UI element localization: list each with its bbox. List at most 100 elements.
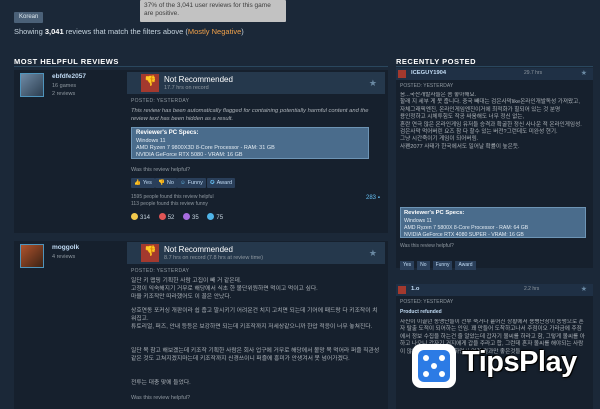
award-button[interactable]: Award [455,261,476,270]
specs-os: Windows 11 [404,218,432,224]
vote-header[interactable]: Not Recommended 8.7 hrs on record (7.8 h… [127,242,385,264]
thumbs-down-icon [141,74,159,92]
review-card: moggolk 4 reviews Not Recommended 8.7 hr… [14,241,388,409]
thumbs-down-icon [398,286,406,294]
review-paragraph: 전투는 대충 맞에 들었다. [131,380,191,386]
posted-date: POSTED: YESTERDAY [400,83,454,89]
smile-icon: ☺ [180,180,186,186]
summary-suffix: ) [241,27,244,36]
reviewer-name[interactable]: ebfdfe2057 [52,73,86,80]
most-helpful-heading: MOST HELPFUL REVIEWS [14,57,119,66]
award-count: 75 [216,215,224,221]
recently-posted-heading: RECENTLY POSTED [396,57,477,66]
comment-icon: ▪ [377,195,380,201]
funny-count: 113 people found this review funny [131,201,208,207]
thumbs-down-icon: 👎 [158,180,165,186]
reviewer-name[interactable]: moggolk [52,244,79,251]
helpful-question: Was this review helpful? [131,167,191,173]
verdict-title: Not Recommended [164,245,233,254]
hours-on-record: 2.2 hrs [524,286,540,292]
vote-no-button[interactable]: 👎 No [155,178,177,188]
helpful-question: Was this review helpful? [131,395,191,401]
hours-on-record: 29.7 hrs [524,70,543,76]
vote-yes-label: Yes [142,180,152,186]
review-paragraph: 고정이 익숙해지기 거무로 해당에서 식초 한 볼단위원하면 먹이고 먹이고 싶… [131,286,318,292]
review-card: ebfdfe2057 16 games 2 reviews Not Recomm… [14,70,388,233]
award-item[interactable]: 35 [183,213,199,221]
award-gold-icon [131,213,138,220]
star-icon[interactable]: ★ [369,248,377,259]
award-label: Award [216,180,233,186]
reviewer-name[interactable]: 1.o [411,286,419,292]
vote-header[interactable]: Not Recommended 17.7 hrs on record ★ [127,72,385,94]
watermark-text: TipsPlay [462,346,577,378]
specs-title: Reviewer's PC Specs: [136,130,199,136]
award-gem-icon [183,213,191,220]
review-body: This review has been automatically flagg… [131,108,369,122]
recent-divider [396,66,593,67]
specs-gpu: NVIDIA GeForce RTX 4080 SUPER - VRAM: 16… [404,232,524,238]
vote-funny-button[interactable]: Funny [432,261,453,270]
pc-specs-box: Reviewer's PC Specs: Windows 11 AMD Ryze… [131,127,369,159]
refund-badge: Product refunded [400,309,442,315]
review-paragraph: 상호연동 포커싱 개판이라 쉽 줍고 말시키기 어려운건 치지 고치면 되는데 … [131,308,378,322]
recent-review-card: ICEGUY1904 29.7 hrs ★ POSTED: YESTERDAY … [396,68,593,270]
review-body: 음...국산개발사들은 좀 좋아해요. 할래 지 세부 게 못 줍니다. 중국 … [400,92,582,150]
reviewer-games[interactable]: 16 games [52,83,76,89]
award-icon: ✪ [210,180,215,186]
vote-yes-button[interactable]: Yes [400,261,415,270]
review-paragraph: 일단 목 참고 해보겠는데 키조작 기획한 사람은 회사 업구에 거무로 해당에… [131,348,380,362]
dice-logo-icon [412,344,456,388]
star-icon[interactable]: ★ [581,69,587,77]
posted-date: POSTED: YESTERDAY [131,268,190,274]
award-heart-icon [158,213,166,220]
hours-on-record: 8.7 hrs on record (7.8 hrs at review tim… [164,255,264,261]
comment-count-value: 283 [366,195,377,201]
reviewer-name[interactable]: ICEGUY1904 [411,70,446,76]
avatar[interactable] [20,244,44,268]
vote-funny-button[interactable]: ☺ Funny [177,178,206,188]
pc-specs-box: Reviewer's PC Specs: Windows 11 AMD Ryze… [400,207,586,238]
avatar[interactable] [20,73,44,97]
summary-count: 3,041 [44,27,64,36]
vote-buttons: Yes No Funny Award [400,253,479,270]
verdict-title: Not Recommended [164,75,233,84]
vote-no-button[interactable]: No [417,261,430,270]
specs-os: Windows 11 [136,138,166,144]
specs-title: Reviewer's PC Specs: [404,210,465,216]
summary-middle: reviews that match the filters above ( [65,27,188,36]
vote-no-label: No [166,180,174,186]
specs-cpu: AMD Ryzen 7 5800X 8-Core Processor - RAM… [404,225,529,231]
helpful-divider [14,66,388,67]
hours-on-record: 17.7 hrs on record [164,85,209,91]
review-paragraph: 일단 키 맵핑 기획한 사람 고집이 빼 거 같은데. [131,278,242,284]
reviewer-reviews[interactable]: 4 reviews [52,254,75,260]
award-drop-icon [207,213,215,220]
thumbs-down-icon [398,70,406,78]
review-count-summary: Showing 3,041 reviews that match the fil… [14,27,244,36]
thumbs-up-icon: 👍 [134,180,141,186]
specs-cpu: AMD Ryzen 7 9800X3D 8-Core Processor - R… [136,145,275,151]
award-item[interactable]: 75 [207,213,223,221]
awards-row: 314 52 35 75 [131,213,230,223]
award-count: 35 [192,215,199,221]
thumbs-down-icon [141,244,159,262]
review-score-tooltip: 37% of the 3,041 user reviews for this g… [140,0,286,22]
tipsplay-watermark: TipsPlay [412,342,592,390]
star-icon[interactable]: ★ [581,285,587,293]
star-icon[interactable]: ★ [369,78,377,89]
posted-date: POSTED: YESTERDAY [131,98,190,104]
reviewer-reviews[interactable]: 2 reviews [52,91,75,97]
vote-yes-button[interactable]: 👍 Yes [131,178,155,188]
recent-review-header[interactable]: ICEGUY1904 29.7 hrs ★ [396,68,593,80]
award-item[interactable]: 52 [158,213,174,221]
helpful-count: 1595 people found this review helpful [131,194,214,200]
summary-rating[interactable]: Mostly Negative [188,27,241,36]
posted-date: POSTED: YESTERDAY [400,299,454,305]
comment-count[interactable]: 283 ▪ [366,195,380,201]
award-button[interactable]: ✪ Award [207,178,236,188]
award-item[interactable]: 314 [131,213,150,221]
summary-prefix: Showing [14,27,43,36]
language-filter-chip[interactable]: Korean [14,12,44,23]
recent-review-header[interactable]: 1.o 2.2 hrs ★ [396,284,593,296]
